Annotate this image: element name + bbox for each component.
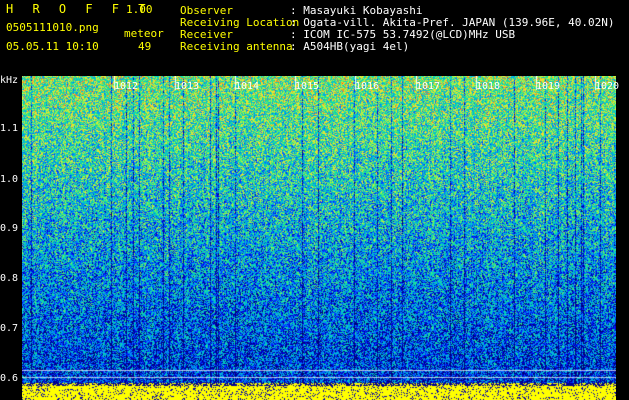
x-tick-label: 1018 bbox=[476, 81, 501, 92]
y-tick-label: 1.1 bbox=[0, 123, 19, 134]
y-tick-label: 0.7 bbox=[0, 323, 19, 334]
x-tick-label: 1019 bbox=[536, 81, 561, 92]
x-tick-label: 1015 bbox=[295, 81, 320, 92]
antenna-value: : A504HB(yagi 4el) bbox=[290, 40, 410, 53]
y-tick-label: 0.8 bbox=[0, 273, 19, 284]
x-tick-label: 1020 bbox=[595, 81, 620, 92]
y-tick-label: 0.6 bbox=[0, 373, 19, 384]
antenna-label: Receiving antenna bbox=[180, 40, 293, 53]
y-axis-unit: kHz bbox=[0, 75, 19, 86]
file-name: 0505111010.png bbox=[6, 21, 99, 34]
x-tick-label: 1014 bbox=[235, 81, 260, 92]
spectrogram-canvas bbox=[22, 76, 616, 400]
y-tick-label: 0.9 bbox=[0, 223, 19, 234]
app-version: 1.00 bbox=[126, 3, 153, 16]
timestamp: 05.05.11 10:10 bbox=[6, 40, 99, 53]
event-count: 49 bbox=[138, 40, 152, 53]
x-tick-label: 1017 bbox=[416, 81, 441, 92]
spectrogram-display bbox=[22, 76, 616, 400]
y-tick-label: 1.0 bbox=[0, 174, 19, 185]
x-tick-label: 1013 bbox=[175, 81, 200, 92]
event-type: meteor bbox=[124, 27, 164, 40]
x-tick-label: 1012 bbox=[114, 81, 139, 92]
info-header: H R O F F T 1.00 0505111010.png meteor 0… bbox=[0, 0, 629, 76]
x-tick-label: 1016 bbox=[355, 81, 380, 92]
